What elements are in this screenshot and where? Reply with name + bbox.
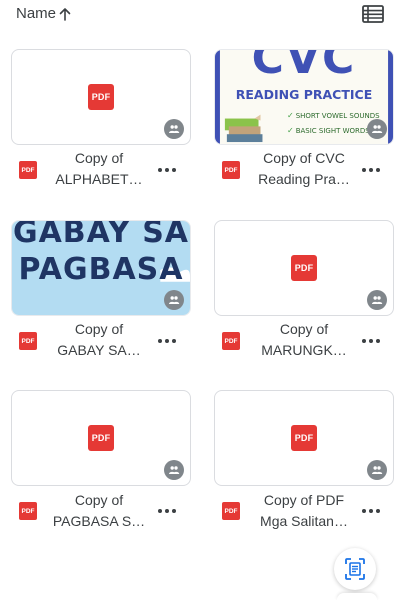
more-options-button[interactable] (157, 166, 177, 174)
check-icon: ✓ (287, 126, 294, 135)
scan-document-button[interactable] (334, 548, 376, 590)
cvc-preview-item-text: BASIC SIGHT WORDS (295, 126, 370, 135)
file-name-line: Reading Pra… (258, 171, 350, 187)
more-options-button[interactable] (361, 166, 381, 174)
file-name[interactable]: Copy of CVC Reading Pra… (246, 148, 362, 190)
arrow-up-icon (59, 7, 71, 21)
people-icon (164, 119, 184, 139)
check-icon: ✓ (287, 111, 294, 120)
file-name[interactable]: Copy of PDF Mga Salitan… (246, 490, 362, 532)
file-name[interactable]: Copy of PAGBASA S… (41, 490, 157, 532)
file-name-line: Copy of CVC (263, 150, 345, 166)
file-name-line: Copy of (279, 321, 329, 337)
more-horiz-icon (362, 168, 380, 172)
more-horiz-icon (158, 339, 176, 343)
file-card-thumbnail[interactable]: PDF (11, 49, 191, 145)
pdf-file-type-icon: PDF (19, 161, 37, 179)
pdf-file-type-icon: PDF (222, 502, 240, 520)
file-card-thumbnail[interactable]: PDF (214, 220, 394, 316)
file-name[interactable]: Copy of ALPHABET… (41, 148, 157, 190)
file-name-line: Copy of (74, 492, 124, 508)
file-name-line: PAGBASA S… (52, 513, 146, 529)
people-icon (164, 290, 184, 310)
gabay-preview-line: PAGBASA (18, 252, 184, 287)
more-horiz-icon (158, 168, 176, 172)
people-icon (164, 460, 184, 480)
more-options-button[interactable] (361, 507, 381, 515)
pdf-file-type-icon: PDF (19, 332, 37, 350)
gabay-preview-line: GABAY SA (12, 220, 190, 250)
file-name-line: Copy of PDF (263, 492, 345, 508)
pdf-icon: PDF (88, 425, 114, 451)
pdf-icon: PDF (291, 255, 317, 281)
sort-label: Name (16, 5, 57, 22)
file-card-thumbnail[interactable]: PDF (214, 390, 394, 486)
pdf-icon: PDF (291, 425, 317, 451)
file-name[interactable]: Copy of MARUNGK… (246, 319, 362, 361)
more-options-button[interactable] (361, 337, 381, 345)
people-icon (367, 290, 387, 310)
more-options-button[interactable] (157, 337, 177, 345)
people-icon (367, 119, 387, 139)
cvc-preview-subheading: READING PRACTICE (235, 87, 373, 102)
file-name-line: Copy of (74, 321, 124, 337)
pdf-file-type-icon: PDF (222, 161, 240, 179)
cvc-preview-item: ✓ BASIC SIGHT WORDS (287, 126, 370, 135)
file-card-thumbnail[interactable]: GABAY SA PAGBASA (11, 220, 191, 316)
sort-by-name-button[interactable]: Name (16, 5, 71, 22)
more-horiz-icon (362, 509, 380, 513)
more-options-button[interactable] (157, 507, 177, 515)
cvc-preview-item-text: SHORT VOWEL SOUNDS (295, 111, 380, 120)
file-name-line: ALPHABET… (55, 171, 143, 187)
scan-document-icon (345, 558, 365, 580)
more-horiz-icon (158, 509, 176, 513)
people-icon (367, 460, 387, 480)
toolbar: Name (0, 0, 404, 30)
file-name-line: GABAY SA… (57, 342, 141, 358)
file-card-thumbnail[interactable]: CVC READING PRACTICE ✓ SHORT VOWEL SOUND… (214, 49, 394, 145)
list-view-icon[interactable] (362, 5, 384, 23)
file-name-line: MARUNGK… (261, 342, 347, 358)
cvc-preview-heading: CVC (251, 49, 357, 84)
more-horiz-icon (362, 339, 380, 343)
file-name[interactable]: Copy of GABAY SA… (41, 319, 157, 361)
file-card-thumbnail[interactable]: PDF (11, 390, 191, 486)
bottom-sheet-peek (337, 593, 377, 600)
pdf-icon: PDF (88, 84, 114, 110)
pdf-file-type-icon: PDF (222, 332, 240, 350)
file-name-line: Mga Salitan… (260, 513, 348, 529)
file-name-line: Copy of (74, 150, 124, 166)
cvc-preview-item: ✓ SHORT VOWEL SOUNDS (287, 111, 380, 120)
pdf-file-type-icon: PDF (19, 502, 37, 520)
